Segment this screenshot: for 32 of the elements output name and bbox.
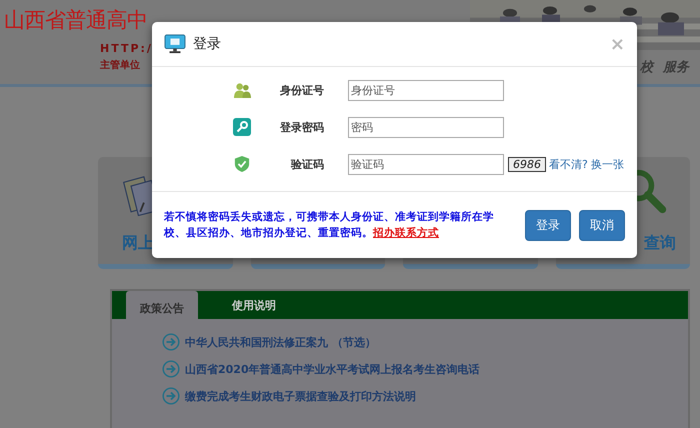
notice-link[interactable]: 缴费完成考生财政电子票据查验及打印方法说明 bbox=[185, 388, 416, 404]
nav-item[interactable]: 校 bbox=[640, 58, 653, 76]
refresh-captcha-link[interactable]: 看不清? bbox=[549, 156, 588, 172]
site-title: 山西省普通高中 bbox=[4, 7, 148, 34]
nav-item[interactable]: 服务 bbox=[663, 58, 689, 76]
refresh-captcha-link[interactable]: 换一张 bbox=[590, 156, 624, 172]
close-button[interactable]: × bbox=[610, 34, 625, 54]
authority-label: 主管单位 bbox=[100, 58, 140, 72]
input-field[interactable]: 密码 bbox=[348, 116, 504, 138]
arrow-circle-icon bbox=[162, 387, 180, 405]
dialog-title: 登录 bbox=[193, 35, 221, 53]
key-icon bbox=[233, 118, 251, 136]
dialog-button[interactable]: 取消 bbox=[579, 210, 625, 240]
notice-tab[interactable]: 使用说明 bbox=[218, 291, 290, 319]
url-text: HTTP:/ bbox=[100, 42, 153, 55]
contact-link[interactable]: 招办联系方式 bbox=[373, 227, 439, 239]
captcha-image[interactable]: 6986 bbox=[508, 156, 546, 172]
input-field[interactable]: 身份证号 bbox=[348, 80, 504, 100]
arrow-circle-icon bbox=[162, 333, 180, 351]
input-field[interactable]: 验证码 bbox=[348, 154, 504, 174]
field-label: 验证码 bbox=[290, 156, 324, 172]
users-icon bbox=[232, 82, 252, 98]
field-label: 登录密码 bbox=[278, 120, 324, 134]
dialog-button[interactable]: 登录 bbox=[525, 210, 571, 240]
notice-link[interactable]: 山西省2020年普通高中学业水平考试网上报名考生咨询电话 bbox=[185, 362, 480, 376]
card-label: 查询 bbox=[644, 233, 676, 254]
card-label: 网上 bbox=[122, 233, 154, 254]
notice-link[interactable]: 中华人民共和国刑法修正案九 （节选） bbox=[185, 334, 376, 350]
field-label: 身份证号 bbox=[279, 82, 324, 98]
shield-check-icon bbox=[234, 155, 250, 173]
monitor-icon bbox=[164, 34, 186, 54]
arrow-circle-icon bbox=[162, 360, 180, 378]
